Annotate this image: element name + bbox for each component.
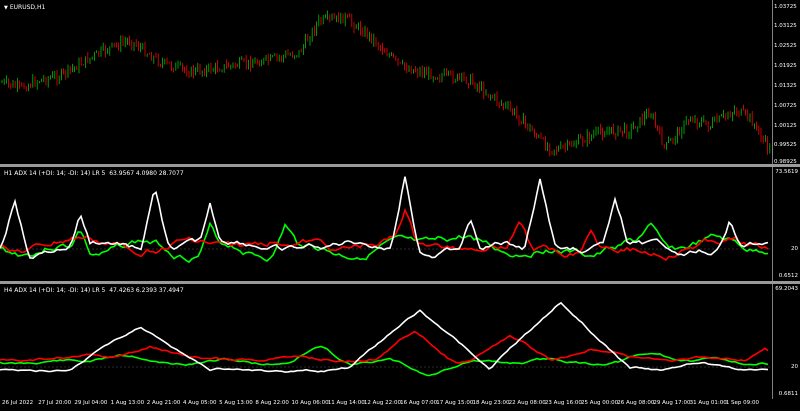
price-tick-label: 1.00125 (774, 123, 797, 129)
time-axis-label: 29 Jul 04:00 (74, 400, 108, 406)
time-axis-label: 18 Aug 23:00 (472, 400, 510, 406)
time-axis-label: 25 Aug 00:00 (581, 400, 619, 406)
price-tick-label: 1.03725 (774, 4, 797, 10)
time-axis-label: 26 Aug 08:00 (617, 400, 655, 406)
time-axis-label: 10 Aug 06:00 (291, 400, 329, 406)
price-tick-label: 1.02525 (774, 43, 797, 49)
adx-h4-values: 47.4263 6.2393 37.4947 (109, 287, 184, 294)
time-axis-label: 31 Aug 01:00 (689, 400, 727, 406)
time-axis-label: 27 Jul 20:00 (38, 400, 72, 406)
price-tick-label: 1.01925 (774, 63, 797, 69)
adx-h4-scale-top: 69.2043 (775, 286, 798, 292)
adx-h1-scale-border (772, 167, 773, 281)
adx-h1-scale-level: 20 (791, 246, 798, 252)
adx-h1-pane[interactable]: H1 ADX 14 (+DI: 14; -DI: 14) LR 5 63.956… (0, 167, 772, 281)
time-axis-label: 17 Aug 15:00 (436, 400, 474, 406)
adx-h1-scale-bottom: 0.6512 (778, 273, 798, 279)
time-axis-label: 26 Jul 2022 (2, 400, 34, 406)
adx-h1-scale-top: 73.5619 (775, 169, 798, 175)
price-tick-label: 1.01325 (774, 83, 797, 89)
time-axis-label: 1 Sep 09:00 (725, 400, 760, 406)
adx-h1-lines (0, 176, 772, 264)
triangle-down-icon[interactable]: ▼ (4, 5, 8, 11)
time-axis-label: 2 Aug 21:00 (146, 400, 181, 406)
time-axis[interactable]: 26 Jul 2022 27 Jul 20:00 29 Jul 04:00 1 Aug… (0, 399, 800, 411)
time-axis-label: 11 Aug 14:00 (327, 400, 365, 406)
candlestick-series (1, 10, 771, 157)
price-scale-border (772, 0, 773, 164)
price-tick-label: 1.00725 (774, 103, 797, 109)
time-axis-label: 22 Aug 08:00 (508, 400, 546, 406)
chart-title: ▼ EURUSD,H1 (4, 4, 46, 11)
price-tick-label: 0.99525 (774, 142, 797, 148)
time-axis-label: 1 Aug 13:00 (110, 400, 145, 406)
adx-h1-scale[interactable]: 73.5619 20 0.6512 (772, 167, 800, 281)
adx-h4-title: H4 ADX 14 (+DI: 14; -DI: 14) LR 5 47.426… (4, 287, 184, 294)
time-axis-label: 29 Aug 17:00 (653, 400, 691, 406)
adx-h1-values: 63.9567 4.0980 28.7077 (109, 170, 184, 177)
minus-di-line (0, 207, 769, 262)
minus-di-line (0, 330, 769, 364)
time-axis-label: 16 Aug 07:00 (400, 400, 438, 406)
adx-h1-title: H1 ADX 14 (+DI: 14; -DI: 14) LR 5 63.956… (4, 170, 184, 177)
adx-h4-scale[interactable]: 69.2043 20 0.6811 (772, 284, 800, 399)
adx-h4-scale-bottom: 0.6811 (778, 391, 798, 397)
adx-h4-scale-border (772, 284, 773, 399)
adx-h4-pane[interactable]: H4 ADX 14 (+DI: 14; -DI: 14) LR 5 47.426… (0, 284, 772, 399)
time-axis-label: 23 Aug 16:00 (544, 400, 582, 406)
time-axis-label: 5 Aug 13:00 (219, 400, 253, 406)
adx-h4-lines (0, 301, 772, 377)
plus-di-line (0, 345, 769, 377)
time-axis-label: 4 Aug 05:00 (182, 400, 217, 406)
price-chart-pane[interactable]: ▼ EURUSD,H1 (0, 0, 772, 164)
time-axis-label: 8 Aug 22:00 (255, 400, 289, 406)
price-tick-label: 1.03125 (774, 23, 797, 29)
adx-h4-scale-level: 20 (791, 364, 798, 370)
adx-line (0, 301, 769, 373)
time-axis-label: 12 Aug 22:00 (363, 400, 401, 406)
